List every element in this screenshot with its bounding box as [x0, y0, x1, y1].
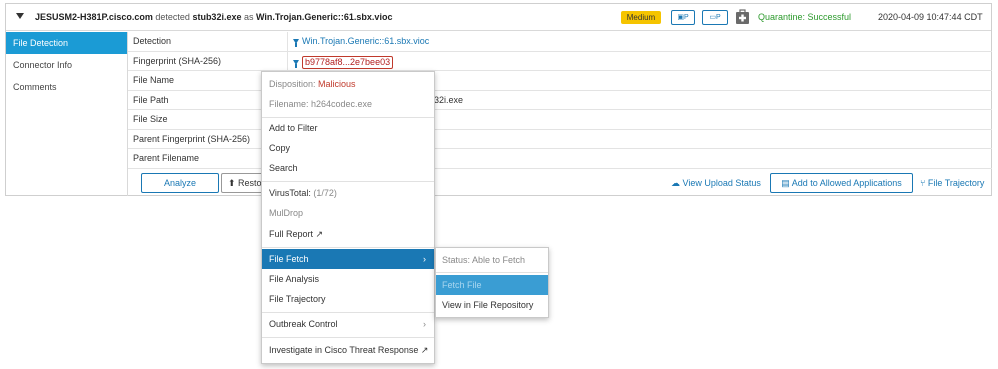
detail-table: Detection Win.Trojan.Generic::61.sbx.vio… [128, 32, 992, 169]
monitor-icon[interactable]: ▭P [702, 10, 728, 25]
outbreak-control-item[interactable]: Outbreak Control › [262, 314, 434, 334]
sidebar-item-file-detection[interactable]: File Detection [6, 32, 127, 54]
upload-icon: ⬆ [228, 178, 239, 188]
file-detection-panel: JESUSM2-H381P.cisco.com detected stub32i… [5, 3, 992, 196]
table-row: File Size [128, 110, 992, 130]
disposition-value: Malicious [318, 79, 356, 89]
as-text: as [241, 12, 256, 22]
trajectory-label: File Trajectory [927, 178, 985, 188]
cloud-icon: ☁ [671, 178, 683, 188]
column-divider [287, 32, 288, 51]
row-label: Parent Fingerprint (SHA-256) [133, 133, 251, 144]
virustotal-item: VirusTotal: (1/72) [262, 183, 434, 203]
file-trajectory-item[interactable]: File Trajectory [262, 289, 434, 309]
fetch-file-item[interactable]: Fetch File [436, 275, 548, 295]
external-link-icon: ↗ [313, 229, 324, 239]
external-link-icon: ↗ [418, 345, 429, 355]
row-label: Parent Filename [133, 153, 200, 163]
filter-icon [293, 59, 299, 68]
table-row: Parent Fingerprint (SHA-256) [128, 129, 992, 149]
allowed-label: Add to Allowed Applications [791, 178, 902, 188]
chevron-right-icon: › [423, 319, 426, 329]
menu-divider [262, 181, 434, 182]
context-menu: Disposition: Malicious Filename: h264cod… [261, 71, 435, 364]
severity-badge: Medium [621, 11, 661, 24]
sidebar: File Detection Connector Info Comments [6, 32, 127, 98]
row-label: Detection [133, 36, 172, 46]
row-label: File Size [133, 114, 168, 124]
sha256-badge[interactable]: b9778af8...2e7bee03 [302, 55, 394, 69]
collapse-caret-icon[interactable] [16, 13, 24, 19]
file-path-value: 32i.exe [434, 94, 464, 105]
add-to-allowed-button[interactable]: ▤ Add to Allowed Applications [770, 173, 913, 193]
disposition-item: Disposition: Malicious [262, 74, 434, 94]
filter-icon [293, 39, 299, 47]
search-item[interactable]: Search [262, 158, 434, 178]
virustotal-value: (1/72) [313, 188, 337, 198]
filename-item: Filename: h264codec.exe [269, 99, 373, 109]
detection-link[interactable]: Win.Trojan.Generic::61.sbx.vioc [293, 36, 430, 47]
menu-divider [262, 312, 434, 313]
list-icon: ▤ [781, 178, 792, 188]
file-fetch-submenu: Status: Able to Fetch Fetch File View in… [435, 247, 549, 318]
computer-icon[interactable]: ▣P [671, 10, 695, 25]
event-header[interactable]: JESUSM2-H381P.cisco.com detected stub32i… [6, 4, 991, 31]
column-divider [287, 51, 288, 70]
threat-name: Win.Trojan.Generic::61.sbx.vioc [255, 12, 393, 22]
sidebar-item-comments[interactable]: Comments [6, 76, 127, 98]
row-label: Fingerprint (SHA-256) [133, 55, 222, 66]
view-upload-status-link[interactable]: ☁ View Upload Status [671, 178, 761, 189]
investigate-label: Investigate in Cisco Threat Response [269, 345, 419, 355]
table-row: File Name [128, 71, 992, 91]
chevron-right-icon: › [423, 254, 426, 264]
table-row: Parent Filename [128, 149, 992, 169]
event-title: JESUSM2-H381P.cisco.com detected stub32i… [35, 12, 392, 22]
table-row: Fingerprint (SHA-256) b9778af8...2e7bee0… [128, 51, 992, 71]
action-bar: Analyze ⬆ Restor ☁ View Upload Status ▤ … [128, 169, 992, 196]
branch-icon: ⑂ [920, 178, 928, 188]
full-report-label: Full Report [269, 229, 314, 239]
file-trajectory-link[interactable]: ⑂ File Trajectory [920, 178, 984, 188]
full-report-link[interactable]: Full Report ↗ [262, 224, 434, 244]
investigate-ctr-link[interactable]: Investigate in Cisco Threat Response ↗ [262, 340, 434, 360]
sidebar-item-connector-info[interactable]: Connector Info [6, 54, 127, 76]
fingerprint-value[interactable]: b9778af8...2e7bee03 [293, 55, 394, 69]
hostname[interactable]: JESUSM2-H381P.cisco.com [35, 12, 153, 22]
detection-value: Win.Trojan.Generic::61.sbx.vioc [302, 36, 430, 46]
file-analysis-item[interactable]: File Analysis [262, 269, 434, 289]
file-fetch-item[interactable]: File Fetch › [262, 249, 434, 269]
table-row: Detection Win.Trojan.Generic::61.sbx.vio… [128, 32, 992, 52]
analyze-button[interactable]: Analyze [141, 173, 219, 193]
event-timestamp: 2020-04-09 10:47:44 CDT [878, 12, 983, 22]
detected-text: detected [152, 12, 193, 22]
disposition-label: Disposition: [269, 79, 319, 89]
muldrop-item: MulDrop [269, 208, 304, 218]
table-row: File Path 32i.exe [128, 90, 992, 110]
menu-divider [262, 247, 434, 248]
quarantine-status: Quarantine: Successful [758, 12, 852, 22]
quarantine-icon [736, 9, 749, 24]
row-label: File Name [133, 75, 175, 85]
file-fetch-label: File Fetch [269, 254, 309, 264]
virustotal-label: VirusTotal: [269, 188, 314, 198]
add-to-filter-item[interactable]: Add to Filter [262, 118, 434, 138]
view-in-repository-item[interactable]: View in File Repository [436, 295, 548, 315]
detected-file: stub32i.exe [192, 12, 242, 22]
outbreak-control-label: Outbreak Control [269, 319, 338, 329]
fetch-status-item: Status: Able to Fetch [442, 255, 526, 265]
menu-divider [262, 337, 434, 338]
menu-divider [436, 272, 548, 273]
copy-item[interactable]: Copy [262, 138, 434, 158]
row-label: File Path [133, 94, 169, 105]
view-upload-label: View Upload Status [682, 178, 761, 188]
